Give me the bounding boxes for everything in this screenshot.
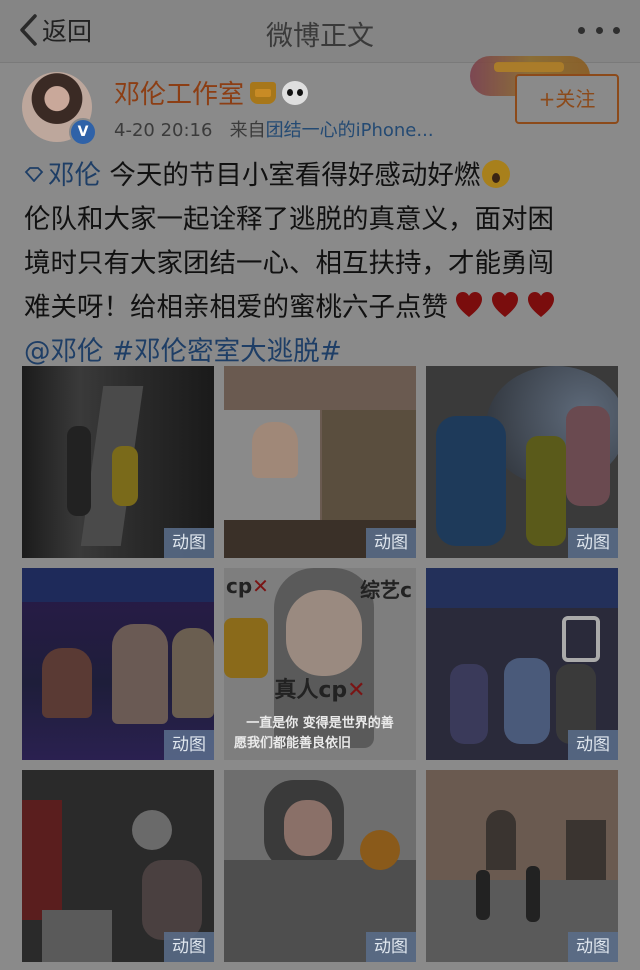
gif-badge: 动图 <box>568 932 618 962</box>
image-thumbnail-9[interactable]: 动图 <box>426 770 618 962</box>
post-source[interactable]: 团结一心的iPhone... <box>266 120 434 141</box>
heart-icon <box>492 291 518 317</box>
text-line-4-content: 难关呀！给相亲相爱的蜜桃六子点赞 <box>24 292 448 323</box>
gif-badge: 动图 <box>568 730 618 760</box>
image-thumbnail-8[interactable]: 动图 <box>224 770 416 962</box>
author-name[interactable]: 邓伦工作室 <box>114 74 309 111</box>
gif-badge: 动图 <box>366 932 416 962</box>
verified-icon: V <box>69 118 97 146</box>
text-line-4: 难关呀！给相亲相爱的蜜桃六子点赞 <box>24 286 614 330</box>
at-mention-link[interactable]: @邓伦 <box>24 336 104 367</box>
image-caption-mid: 真人cp✕ <box>274 678 366 703</box>
image-thumbnail-5[interactable]: cp✕ 综艺c 真人cp✕ 一直是你 变得是世界的善 愿我们都能善良依旧 <box>224 568 416 760</box>
surprised-emoji-icon <box>482 159 511 188</box>
image-caption-top-right: 综艺c <box>360 578 412 602</box>
gif-badge: 动图 <box>366 528 416 558</box>
image-thumbnail-7[interactable]: 动图 <box>22 770 214 962</box>
hashtag-link[interactable]: #邓伦密室大逃脱# <box>112 336 342 367</box>
post-time: 4-20 20:16 <box>114 120 213 141</box>
author-name-label: 邓伦工作室 <box>114 80 245 110</box>
image-thumbnail-2[interactable]: 动图 <box>224 366 416 558</box>
gif-badge: 动图 <box>164 730 214 760</box>
text-line-3: 境时只有大家团结一心、相互扶持，才能勇闯 <box>24 248 554 279</box>
gif-badge: 动图 <box>568 528 618 558</box>
text-line-1: 邓伦 今天的节目小室看得好感动好燃 <box>24 154 614 198</box>
mention-link[interactable]: 邓伦 <box>48 160 101 191</box>
gif-badge: 动图 <box>164 932 214 962</box>
post-meta: 4-20 20:16 来自团结一心的iPhone... <box>114 116 434 142</box>
more-dots-icon[interactable] <box>578 20 620 40</box>
image-thumbnail-3[interactable]: 动图 <box>426 366 618 558</box>
text-line-2: 伦队和大家一起诠释了逃脱的真意义，面对困 <box>24 204 554 235</box>
panda-icon <box>282 80 309 105</box>
heart-icon <box>528 291 554 317</box>
top-nav-bar: 返回 微博正文 <box>0 0 640 63</box>
follow-button[interactable]: +关注 <box>515 74 619 124</box>
image-thumbnail-6[interactable]: 动图 <box>426 568 618 760</box>
post-text: 邓伦 今天的节目小室看得好感动好燃 伦队和大家一起诠释了逃脱的真意义，面对困 境… <box>24 154 614 374</box>
image-grid: 动图 动图 动图 动图 cp✕ 综艺c 真人cp✕ 一直是你 变得是世界的善 愿… <box>22 366 618 962</box>
image-thumbnail-4[interactable]: 动图 <box>22 568 214 760</box>
crown-icon <box>250 81 277 104</box>
source-prefix: 来自 <box>229 120 266 141</box>
diamond-icon <box>24 167 44 182</box>
text-line-1-content: 今天的节目小室看得好感动好燃 <box>101 160 481 191</box>
page-title: 微博正文 <box>266 21 374 52</box>
heart-icon <box>456 291 482 317</box>
image-subtitle-1: 一直是你 变得是世界的善 <box>246 716 394 731</box>
image-subtitle-2: 愿我们都能善良依旧 <box>234 736 352 751</box>
gif-badge: 动图 <box>164 528 214 558</box>
image-thumbnail-1[interactable]: 动图 <box>22 366 214 558</box>
